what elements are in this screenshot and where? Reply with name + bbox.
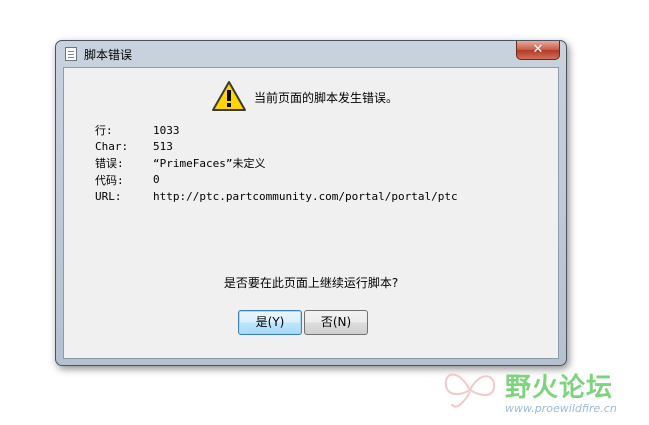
detail-row-char: Char: 513 bbox=[95, 139, 458, 156]
detail-row-line: 行: 1033 bbox=[95, 122, 458, 139]
detail-value: 0 bbox=[153, 173, 160, 187]
detail-label: Char: bbox=[95, 140, 129, 154]
dialog-body: 当前页面的脚本发生错误。 行: 1033 Char: 513 错误: “Prim… bbox=[63, 67, 559, 359]
error-headline: 当前页面的脚本发生错误。 bbox=[254, 91, 399, 105]
no-button[interactable]: 否(N) bbox=[304, 310, 368, 335]
detail-row-error: 错误: “PrimeFaces”未定义 bbox=[95, 155, 458, 172]
detail-value: 513 bbox=[153, 140, 173, 154]
document-icon bbox=[65, 47, 77, 61]
detail-value: “PrimeFaces”未定义 bbox=[153, 157, 266, 171]
warning-icon bbox=[212, 81, 246, 111]
detail-label: 行: bbox=[95, 124, 113, 138]
title-bar[interactable]: 脚本错误 ✕ bbox=[56, 41, 566, 67]
watermark-url: www.proewildfire.cn bbox=[505, 402, 617, 415]
continue-question: 是否要在此页面上继续运行脚本? bbox=[223, 276, 399, 290]
dialog-title: 脚本错误 bbox=[84, 48, 133, 62]
butterfly-logo-icon bbox=[444, 373, 496, 408]
detail-row-url: URL: http://ptc.partcommunity.com/portal… bbox=[95, 188, 458, 205]
detail-value: http://ptc.partcommunity.com/portal/port… bbox=[153, 189, 458, 203]
yes-button[interactable]: 是(Y) bbox=[238, 310, 302, 335]
close-button[interactable]: ✕ bbox=[516, 41, 560, 60]
detail-label: 错误: bbox=[95, 157, 124, 171]
detail-row-code: 代码: 0 bbox=[95, 172, 458, 189]
error-details: 行: 1033 Char: 513 错误: “PrimeFaces”未定义 代码… bbox=[95, 122, 458, 205]
script-error-dialog: 脚本错误 ✕ 当前页面的脚本发生错误。 行: 1033 Char: 513 错误… bbox=[55, 40, 567, 366]
detail-label: URL: bbox=[95, 189, 122, 203]
detail-value: 1033 bbox=[153, 123, 180, 137]
watermark-logo: 野火论坛 bbox=[505, 373, 614, 403]
detail-label: 代码: bbox=[95, 173, 124, 187]
